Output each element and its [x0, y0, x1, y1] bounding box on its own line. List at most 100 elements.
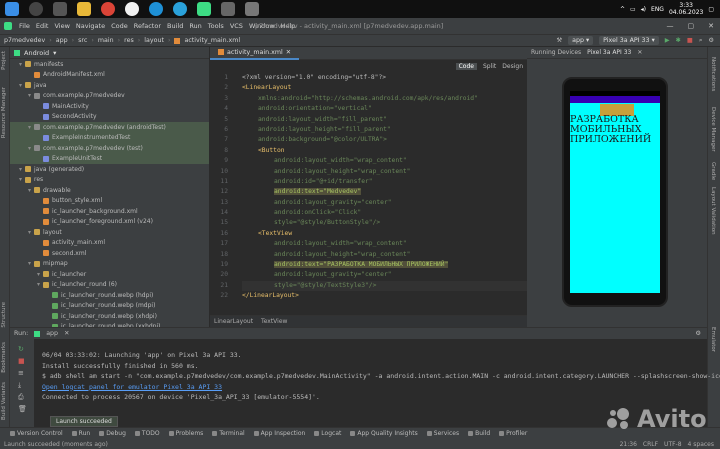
search-everywhere-icon[interactable]: ⌕ [699, 37, 703, 45]
file-encoding[interactable]: UTF-8 [664, 441, 682, 448]
editor-crumb-linearlayout[interactable]: LinearLayout [214, 318, 253, 325]
mode-code[interactable]: Code [455, 62, 477, 70]
volume-icon[interactable]: ◂) [641, 6, 646, 13]
gradle-tab[interactable]: Gradle [710, 162, 716, 180]
tree-item[interactable]: ▾ com.example.p7medvedev [10, 91, 209, 102]
code-line[interactable]: android:text="РАЗРАБОТКА МОБИЛЬНЫХ ПРИЛО… [242, 260, 527, 270]
code-line[interactable]: android:layout_width="wrap_content" [242, 156, 527, 166]
android-studio-icon[interactable] [197, 2, 211, 16]
tree-item[interactable]: AndroidManifest.xml [10, 70, 209, 81]
soft-wrap-icon[interactable]: ≡ [18, 367, 34, 379]
app-screen[interactable]: РАЗРАБОТКА МОБИЛЬНЫХ ПРИЛОЖЕНИЙ [570, 103, 660, 293]
tool-window-problems[interactable]: Problems [168, 430, 203, 437]
windows-start-icon[interactable] [5, 2, 19, 16]
close-device-tab-icon[interactable]: ✕ [637, 49, 642, 56]
tree-item[interactable]: ic_launcher_round.webp (hdpi) [10, 290, 209, 301]
caret-position[interactable]: 21:36 [620, 441, 637, 448]
code-line[interactable]: android:layout_gravity="center" [242, 198, 527, 208]
tool-window-run[interactable]: Run [71, 430, 90, 437]
task-view-icon[interactable] [53, 2, 67, 16]
menu-vcs[interactable]: VCS [227, 22, 246, 30]
scroll-to-end-icon[interactable]: ⤓ [18, 379, 34, 391]
language-indicator[interactable]: ENG [651, 6, 664, 13]
menu-refactor[interactable]: Refactor [131, 22, 164, 30]
tool-window-profiler[interactable]: Profiler [499, 430, 527, 437]
code-line[interactable]: android:layout_width="fill_parent" [242, 115, 527, 125]
hammer-icon[interactable]: ⚒ [556, 37, 562, 44]
device-dropdown[interactable]: Pixel 3a API 33 ▾ [599, 36, 659, 45]
close-icon[interactable]: ✕ [708, 22, 714, 30]
logcat-link[interactable]: Open logcat panel for emulator Pixel 3a … [42, 382, 720, 393]
resource-manager-tab[interactable]: Resource Manager [1, 87, 7, 138]
tool-window-app-quality-insights[interactable]: App Quality Insights [350, 430, 418, 437]
tree-item[interactable]: button_style.xml [10, 196, 209, 207]
emulator-tab[interactable]: Emulator [710, 327, 716, 352]
maximize-icon[interactable]: ▢ [688, 22, 695, 30]
menu-tools[interactable]: Tools [205, 22, 227, 30]
tool-window-app-inspection[interactable]: App Inspection [253, 430, 305, 437]
code-line[interactable]: android:layout_width="wrap_content" [242, 239, 527, 249]
run-config-dropdown[interactable]: app ▾ [568, 36, 594, 45]
code-line[interactable]: android:orientation="vertical" [242, 104, 527, 114]
edge-icon[interactable] [149, 2, 163, 16]
tool-window-todo[interactable]: TODO [134, 430, 160, 437]
rerun-icon[interactable]: ↻ [18, 343, 34, 355]
run-config-tab[interactable]: app [46, 330, 58, 337]
structure-tab[interactable]: Structure [1, 302, 7, 328]
device-manager-tab[interactable]: Device Manager [710, 107, 716, 152]
minimize-icon[interactable]: — [667, 22, 674, 30]
status-message[interactable]: Launch succeeded (moments ago) [4, 441, 108, 448]
close-run-tab-icon[interactable]: ✕ [64, 330, 69, 337]
mode-design[interactable]: Design [502, 63, 523, 70]
tree-item[interactable]: ic_launcher_background.xml [10, 206, 209, 217]
tree-item[interactable]: ▾ ic_launcher_round (6) [10, 280, 209, 291]
close-tab-icon[interactable]: ✕ [286, 49, 291, 56]
code-line[interactable]: android:layout_gravity="center" [242, 270, 527, 280]
tree-item[interactable]: ExampleInstrumentedTest [10, 132, 209, 143]
chevron-down-icon[interactable]: ▾ [53, 49, 56, 57]
tool-window-services[interactable]: Services [426, 430, 459, 437]
menu-navigate[interactable]: Navigate [73, 22, 108, 30]
breadcrumb-main[interactable]: main [98, 37, 114, 44]
search-icon[interactable] [29, 2, 43, 16]
debug-icon[interactable]: ✱ [676, 37, 681, 44]
menu-code[interactable]: Code [108, 22, 131, 30]
breadcrumb-src[interactable]: src [78, 37, 87, 44]
build-variants-tab[interactable]: Build Variants [1, 382, 7, 420]
tree-item[interactable]: ▾ java [10, 80, 209, 91]
layout-validation-tab[interactable]: Layout Validation [710, 187, 716, 235]
menu-edit[interactable]: Edit [33, 22, 52, 30]
settings-icon[interactable]: ⚙ [708, 37, 714, 44]
tree-item[interactable]: ▾ ic_launcher [10, 269, 209, 280]
tree-item[interactable]: ▾ drawable [10, 185, 209, 196]
line-separator[interactable]: CRLF [643, 441, 658, 448]
code-line[interactable]: style="@style/ButtonStyle"/> [242, 218, 527, 228]
menu-build[interactable]: Build [164, 22, 186, 30]
tool-window-debug[interactable]: Debug [99, 430, 126, 437]
tree-item[interactable]: MainActivity [10, 101, 209, 112]
tool-window-build[interactable]: Build [468, 430, 490, 437]
notifications-tab[interactable]: Notifications [710, 57, 716, 91]
print-icon[interactable]: ⎙ [18, 391, 34, 403]
code-line[interactable]: android:layout_height="wrap_content" [242, 167, 527, 177]
file-explorer-icon[interactable] [77, 2, 91, 16]
breadcrumb-res[interactable]: res [124, 37, 134, 44]
menu-file[interactable]: File [16, 22, 33, 30]
tree-item[interactable]: ▾ java (generated) [10, 164, 209, 175]
tool-window-terminal[interactable]: Terminal [212, 430, 245, 437]
taskbar-clock[interactable]: 3:33 04.06.2023 [669, 2, 703, 16]
editor-crumb-textview[interactable]: TextView [261, 318, 287, 325]
stop-icon[interactable]: ■ [18, 355, 34, 367]
tool-window-logcat[interactable]: Logcat [314, 430, 341, 437]
menu-run[interactable]: Run [186, 22, 204, 30]
code-line[interactable]: <LinearLayout [242, 83, 527, 93]
project-view-selector[interactable]: Android [24, 49, 49, 57]
tree-item[interactable]: ic_launcher_round.webp (mdpi) [10, 301, 209, 312]
code-line[interactable]: <?xml version="1.0" encoding="utf-8"?> [242, 73, 527, 83]
stop-icon[interactable]: ■ [687, 37, 693, 44]
code-line[interactable]: <TextView [242, 229, 527, 239]
breadcrumb-layout[interactable]: layout [144, 37, 164, 44]
code-line[interactable]: android:layout_height="fill_parent" [242, 125, 527, 135]
tree-item[interactable]: ▾ com.example.p7medvedev (test) [10, 143, 209, 154]
notifications-icon[interactable]: ▢ [708, 6, 714, 13]
